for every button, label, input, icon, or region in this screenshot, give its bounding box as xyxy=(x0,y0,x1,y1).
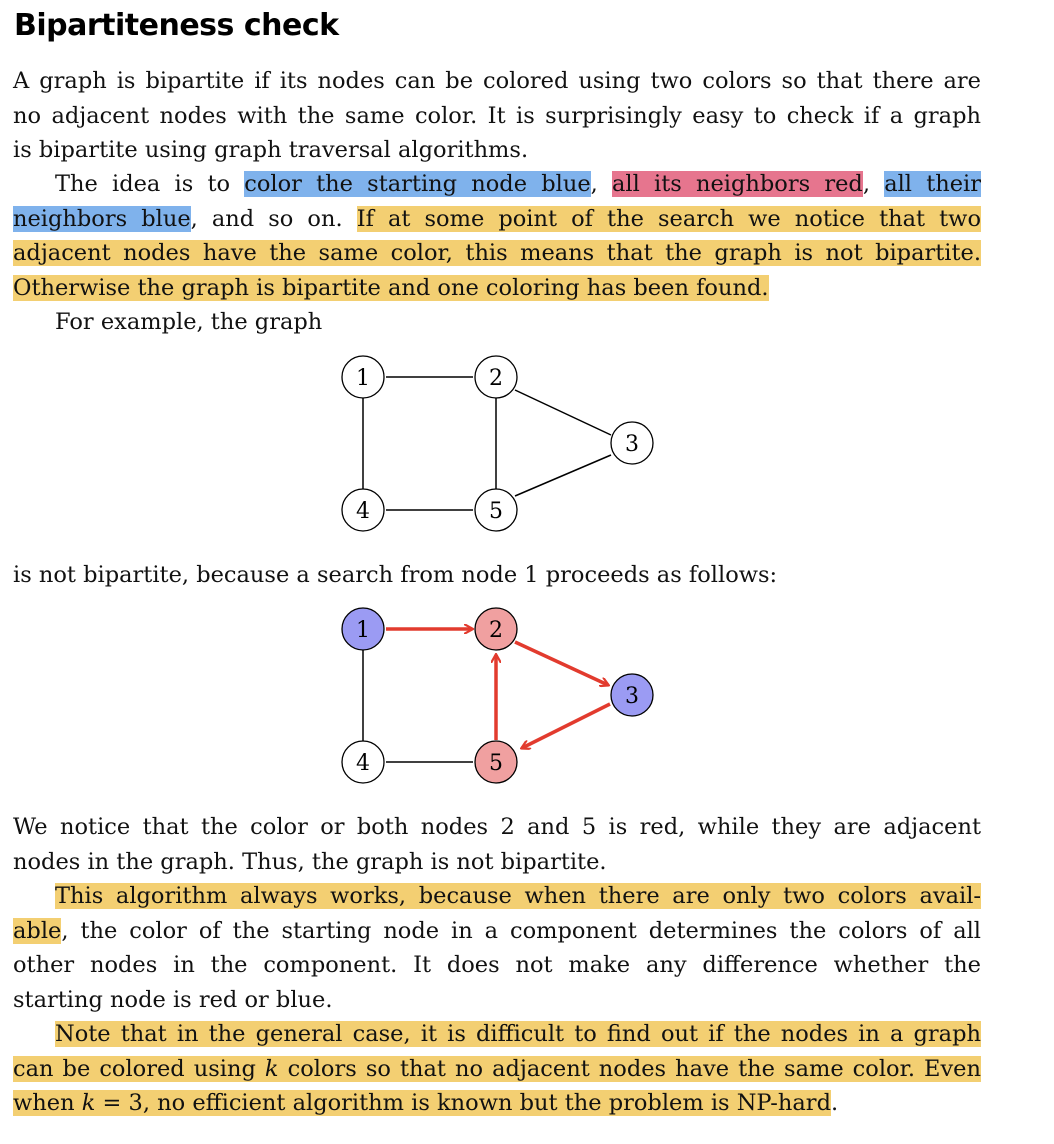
node-3: 3 xyxy=(610,673,654,717)
graph-edges xyxy=(362,650,473,763)
page: Bipartiteness check A graph is bipartite… xyxy=(0,0,1054,1144)
math-k: k xyxy=(264,1055,279,1082)
text-line: starting node is red or blue. xyxy=(13,986,333,1013)
paragraph-conclusion: We notice that the color or both nodes 2… xyxy=(13,810,981,1121)
node-label: 3 xyxy=(625,684,639,709)
node-5: 5 xyxy=(474,740,518,784)
node-4: 4 xyxy=(341,740,385,784)
node-label: 4 xyxy=(356,751,370,776)
arrow-2-to-3 xyxy=(514,640,608,685)
math-k: k xyxy=(81,1090,96,1116)
highlight-yellow: able xyxy=(13,917,62,944)
highlight-yellow: This algorithm always works, because whe… xyxy=(55,883,981,909)
node-2: 2 xyxy=(474,607,518,651)
text-span: , the color of the starting node in a co… xyxy=(61,917,981,944)
text-span: colors so that no adjacent nodes have th… xyxy=(278,1055,981,1082)
text-line: other nodes in the component. It does no… xyxy=(13,952,981,978)
highlight-yellow: Note that in the general case, it is dif… xyxy=(55,1021,981,1047)
text-span: . xyxy=(830,1090,839,1116)
text-span: when xyxy=(13,1090,82,1116)
text-line: able, the color of the starting node in … xyxy=(13,914,981,949)
node-label: 2 xyxy=(489,618,503,643)
node-label: 5 xyxy=(489,751,503,776)
text-line: Note that in the general case, it is dif… xyxy=(13,1017,981,1052)
node-label: 1 xyxy=(356,618,370,643)
text-line: can be colored using k colors so that no… xyxy=(13,1052,981,1087)
highlight-yellow: when k = 3, no efficient algorithm is kn… xyxy=(13,1090,831,1116)
text-line: We notice that the color or both nodes 2… xyxy=(13,814,981,840)
text-line: nodes in the graph. Thus, the graph is n… xyxy=(13,848,607,875)
arrow-3-to-5 xyxy=(522,702,611,748)
text-line: when k = 3, no efficient algorithm is kn… xyxy=(13,1086,981,1121)
highlight-yellow: can be colored using k colors so that no… xyxy=(13,1055,981,1082)
text-line: This algorithm always works, because whe… xyxy=(13,879,981,914)
text-span: can be colored using xyxy=(13,1055,265,1082)
node-1: 1 xyxy=(341,607,385,651)
text-span: = 3, no efficient algorithm is known but… xyxy=(95,1090,831,1116)
